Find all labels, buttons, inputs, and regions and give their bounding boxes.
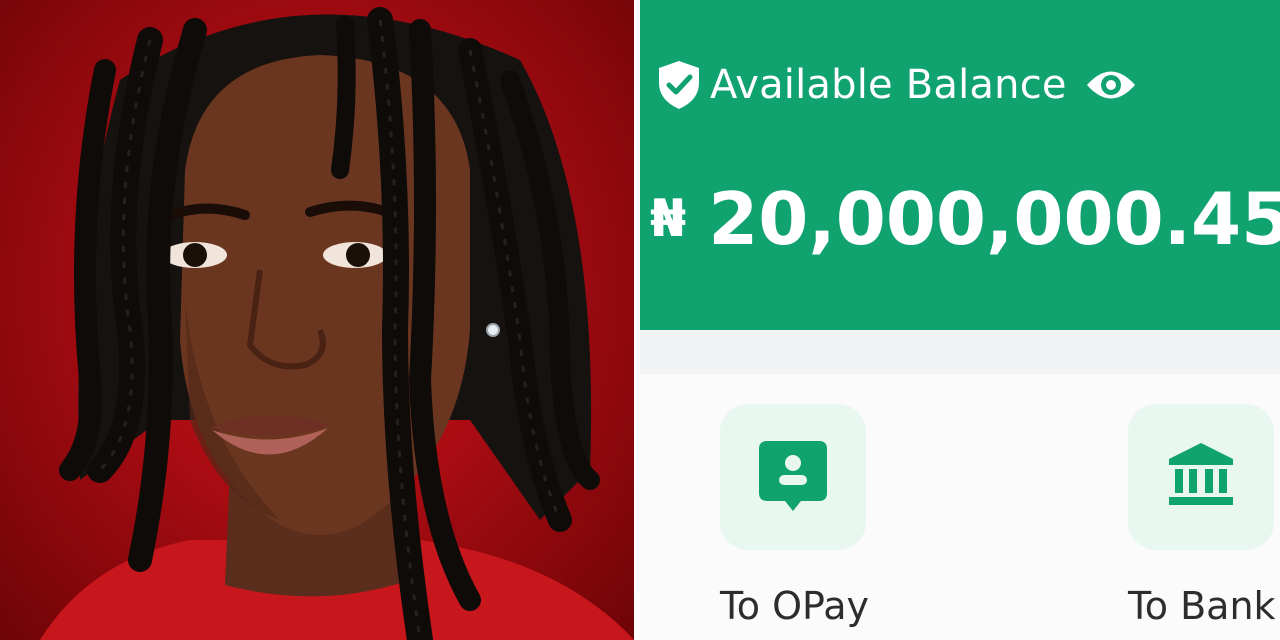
balance-header: Available Balance	[656, 58, 1137, 112]
user-chat-icon	[755, 437, 831, 517]
to-opay-button[interactable]: To OPay	[720, 404, 869, 628]
eye-icon[interactable]	[1085, 66, 1137, 104]
bank-icon	[1165, 439, 1237, 515]
to-opay-label: To OPay	[720, 584, 869, 628]
banking-app-panel: Available Balance ₦ 20,000,000.45 To OPa…	[640, 0, 1280, 640]
currency-symbol: ₦	[650, 189, 687, 249]
to-bank-tile[interactable]	[1128, 404, 1274, 550]
to-bank-button[interactable]: To Bank	[1128, 404, 1276, 628]
balance-amount: ₦ 20,000,000.45	[650, 174, 1280, 264]
portrait-photo	[0, 0, 634, 640]
portrait-illustration	[40, 7, 634, 640]
balance-label: Available Balance	[710, 62, 1067, 108]
to-opay-tile[interactable]	[720, 404, 866, 550]
to-bank-label: To Bank	[1128, 584, 1276, 628]
transfer-actions: To OPay To Bank	[640, 374, 1280, 640]
balance-value: 20,000,000.45	[708, 177, 1280, 261]
section-separator	[640, 330, 1280, 374]
shield-check-icon	[656, 59, 702, 111]
balance-card: Available Balance ₦ 20,000,000.45	[640, 0, 1280, 330]
